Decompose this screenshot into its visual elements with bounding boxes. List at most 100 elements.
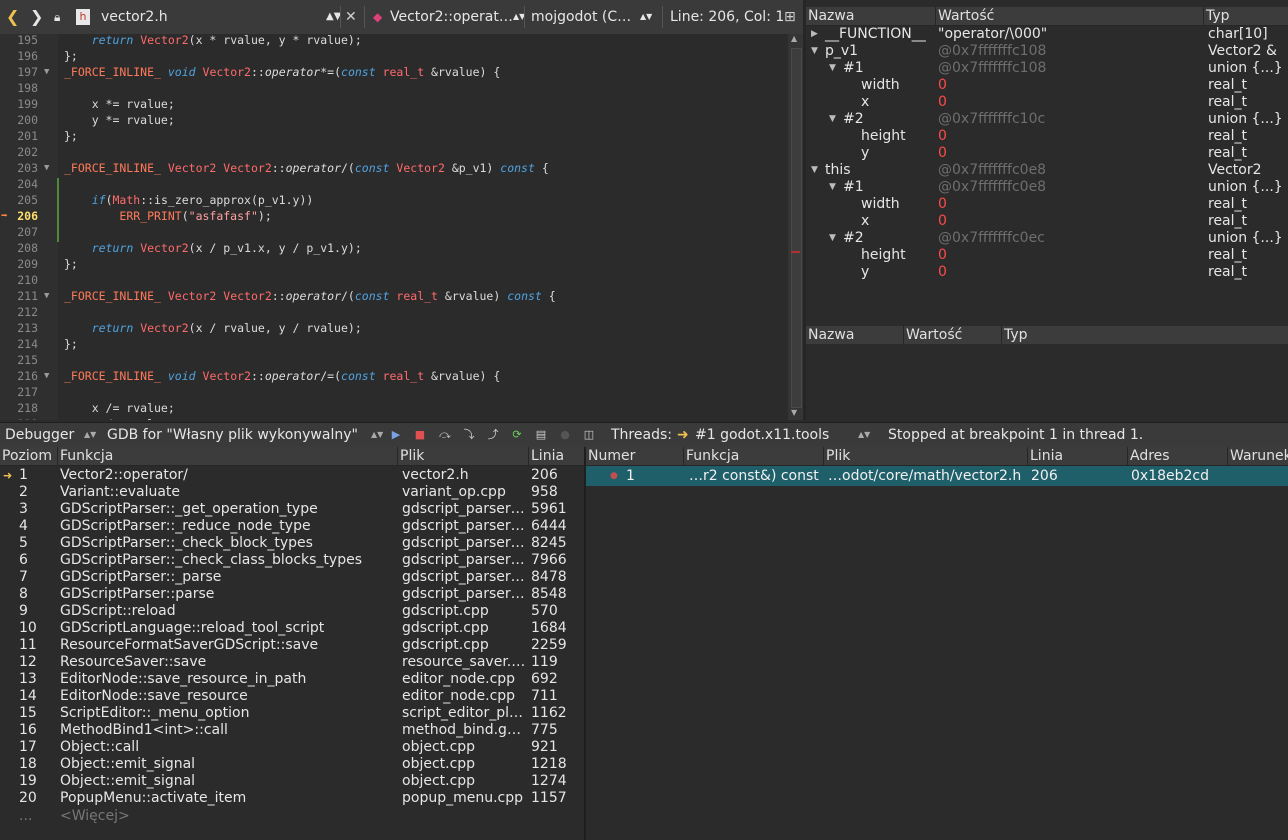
code-line[interactable]: 198: [0, 80, 788, 96]
line-number[interactable]: 196: [0, 48, 38, 64]
bp-header-condition[interactable]: Warunek: [1227, 447, 1288, 465]
locals-row[interactable]: ▼ #2 @0x7fffffffc10c union {...}: [806, 111, 1288, 128]
thread-dropdown-icon[interactable]: ▲▼: [858, 423, 870, 447]
code-editor[interactable]: 195 return Vector2(x * rvalue, y * rvalu…: [0, 34, 788, 420]
back-icon[interactable]: ❮: [6, 0, 19, 34]
code-line[interactable]: 197 ▼ _FORCE_INLINE_ void Vector2::operato…: [0, 64, 788, 80]
stop-debugger-icon[interactable]: ■: [413, 428, 427, 442]
code-line[interactable]: 211 ▼ _FORCE_INLINE_ Vector2 Vector2::oper…: [0, 288, 788, 304]
locals-row[interactable]: height 0 real_t: [806, 128, 1288, 145]
locals-row[interactable]: width 0 real_t: [806, 77, 1288, 94]
step-over-icon[interactable]: ⤼: [438, 428, 452, 442]
stack-row[interactable]: 13 EditorNode::save_resource_in_path edito…: [0, 671, 584, 688]
fold-toggle-icon[interactable]: ▼: [44, 64, 54, 80]
stack-view[interactable]: Poziom Funkcja Plik Linia ➜ 1 Vector2::ope…: [0, 447, 584, 840]
locals-header-type[interactable]: Typ: [1203, 7, 1288, 25]
line-number[interactable]: 195: [0, 34, 38, 48]
editor-scrollbar-thumb[interactable]: [791, 48, 802, 408]
code-line[interactable]: 214};: [0, 336, 788, 352]
stack-row[interactable]: 12 ResourceSaver::save resource_saver.… 119: [0, 654, 584, 671]
close-file-icon[interactable]: ✕: [345, 0, 357, 34]
engine-selector[interactable]: GDB for "Własny plik wykonywalny": [107, 423, 358, 447]
stack-row[interactable]: 17 Object::call object.cpp 921: [0, 739, 584, 756]
line-number[interactable]: 209: [0, 256, 38, 272]
split-editor-icon[interactable]: ⊞: [784, 0, 796, 34]
mode-selector[interactable]: Debugger: [5, 423, 74, 447]
stack-row[interactable]: 9 GDScript::reload gdscript.cpp 570: [0, 603, 584, 620]
stack-row[interactable]: 16 MethodBind1<int>::call method_bind.g… 77…: [0, 722, 584, 739]
project-selector[interactable]: mojgodot (C…: [531, 0, 639, 34]
code-line[interactable]: 219 y /= rvalue;: [0, 416, 788, 420]
fold-toggle-icon[interactable]: ▼: [44, 288, 54, 304]
record-icon[interactable]: ●: [558, 428, 572, 442]
code-line[interactable]: 218 x /= rvalue;: [0, 400, 788, 416]
stack-row[interactable]: 20 PopupMenu::activate_item popup_menu.cpp…: [0, 790, 584, 807]
locals-row[interactable]: x 0 real_t: [806, 94, 1288, 111]
snapshot-icon[interactable]: ◫: [582, 428, 596, 442]
code-line[interactable]: 213 return Vector2(x / rvalue, y / rvalu…: [0, 320, 788, 336]
code-line[interactable]: 207: [0, 224, 788, 240]
collapse-icon[interactable]: ▼: [811, 43, 818, 60]
scroll-down-icon[interactable]: ▼: [791, 408, 797, 417]
locals-row[interactable]: y 0 real_t: [806, 264, 1288, 281]
line-number[interactable]: 200: [0, 112, 38, 128]
stack-row[interactable]: 19 Object::emit_signal object.cpp 1274: [0, 773, 584, 790]
step-into-icon[interactable]: ⤵: [462, 428, 476, 442]
fold-toggle-icon[interactable]: ▼: [44, 368, 54, 384]
code-line[interactable]: 195 return Vector2(x * rvalue, y * rvalu…: [0, 34, 788, 48]
expand-icon[interactable]: ▶: [811, 26, 818, 43]
continue-icon[interactable]: ▶: [389, 428, 403, 442]
bp-header-line[interactable]: Linia: [1027, 447, 1128, 465]
watch-header-type[interactable]: Typ: [1001, 326, 1288, 344]
locals-row[interactable]: ▼ #2 @0x7fffffffc0ec union {...}: [806, 230, 1288, 247]
line-number[interactable]: 218: [0, 400, 38, 416]
project-dropdown-icon[interactable]: ▲▼: [640, 0, 652, 34]
forward-icon[interactable]: ❯: [30, 0, 43, 34]
watch-header-name[interactable]: Nazwa: [806, 326, 904, 344]
stack-header-level[interactable]: Poziom: [0, 447, 57, 465]
collapse-icon[interactable]: ▼: [811, 162, 818, 179]
code-line[interactable]: 209};: [0, 256, 788, 272]
file-name[interactable]: vector2.h: [101, 0, 168, 34]
cursor-position[interactable]: Line: 206, Col: 1: [670, 0, 784, 34]
code-line[interactable]: 208 return Vector2(x / p_v1.x, y / p_v1.…: [0, 240, 788, 256]
locals-row[interactable]: ▶ __FUNCTION__ "operator/\000" char[10]: [806, 26, 1288, 43]
collapse-icon[interactable]: ▼: [829, 179, 836, 196]
lock-icon[interactable]: 🔒︎: [54, 0, 60, 34]
line-number[interactable]: 204: [0, 176, 38, 192]
line-number[interactable]: 201: [0, 128, 38, 144]
line-number[interactable]: 203: [0, 160, 38, 176]
line-number[interactable]: 197: [0, 64, 38, 80]
line-number[interactable]: 213: [0, 320, 38, 336]
toggle-instruction-mode-icon[interactable]: ▤: [534, 428, 548, 442]
line-number[interactable]: 207: [0, 224, 38, 240]
stack-header-function[interactable]: Funkcja: [57, 447, 398, 465]
locals-row[interactable]: height 0 real_t: [806, 247, 1288, 264]
watch-view[interactable]: [806, 344, 1288, 420]
breakpoints-view[interactable]: Numer Funkcja Plik Linia Adres Warunek ●…: [586, 447, 1288, 840]
code-line[interactable]: 215: [0, 352, 788, 368]
stack-row[interactable]: 18 Object::emit_signal object.cpp 1218: [0, 756, 584, 773]
line-number[interactable]: 216: [0, 368, 38, 384]
restart-icon[interactable]: ⟳: [510, 428, 524, 442]
line-number[interactable]: 215: [0, 352, 38, 368]
stack-header-file[interactable]: Plik: [397, 447, 530, 465]
code-line[interactable]: 206 ➡ ERR_PRINT("asfafasf");: [0, 208, 788, 224]
fold-toggle-icon[interactable]: ▼: [44, 160, 54, 176]
breakpoint-arrow-icon[interactable]: ➡: [1, 208, 8, 224]
stack-row[interactable]: 15 ScriptEditor::_menu_option script_edito…: [0, 705, 584, 722]
bp-header-number[interactable]: Numer: [586, 447, 684, 465]
watch-header-value[interactable]: Wartość: [903, 326, 1002, 344]
locals-header-value[interactable]: Wartość: [935, 7, 1204, 25]
stack-row[interactable]: 8 GDScriptParser::parse gdscript_parser… 85…: [0, 586, 584, 603]
line-number[interactable]: 219: [0, 416, 38, 420]
line-number[interactable]: 198: [0, 80, 38, 96]
thread-selector[interactable]: #1 godot.x11.tools: [695, 423, 829, 447]
locals-row[interactable]: ▼ #1 @0x7fffffffc108 union {...}: [806, 60, 1288, 77]
stack-row[interactable]: 7 GDScriptParser::_parse gdscript_parser… 8…: [0, 569, 584, 586]
mode-dropdown-icon[interactable]: ▲▼: [84, 423, 96, 447]
line-number[interactable]: 205: [0, 192, 38, 208]
editor-scrollbar[interactable]: ▲ ▼: [788, 34, 803, 420]
stack-row[interactable]: 11 ResourceFormatSaverGDScript::save gdscr…: [0, 637, 584, 654]
bp-header-file[interactable]: Plik: [823, 447, 1028, 465]
